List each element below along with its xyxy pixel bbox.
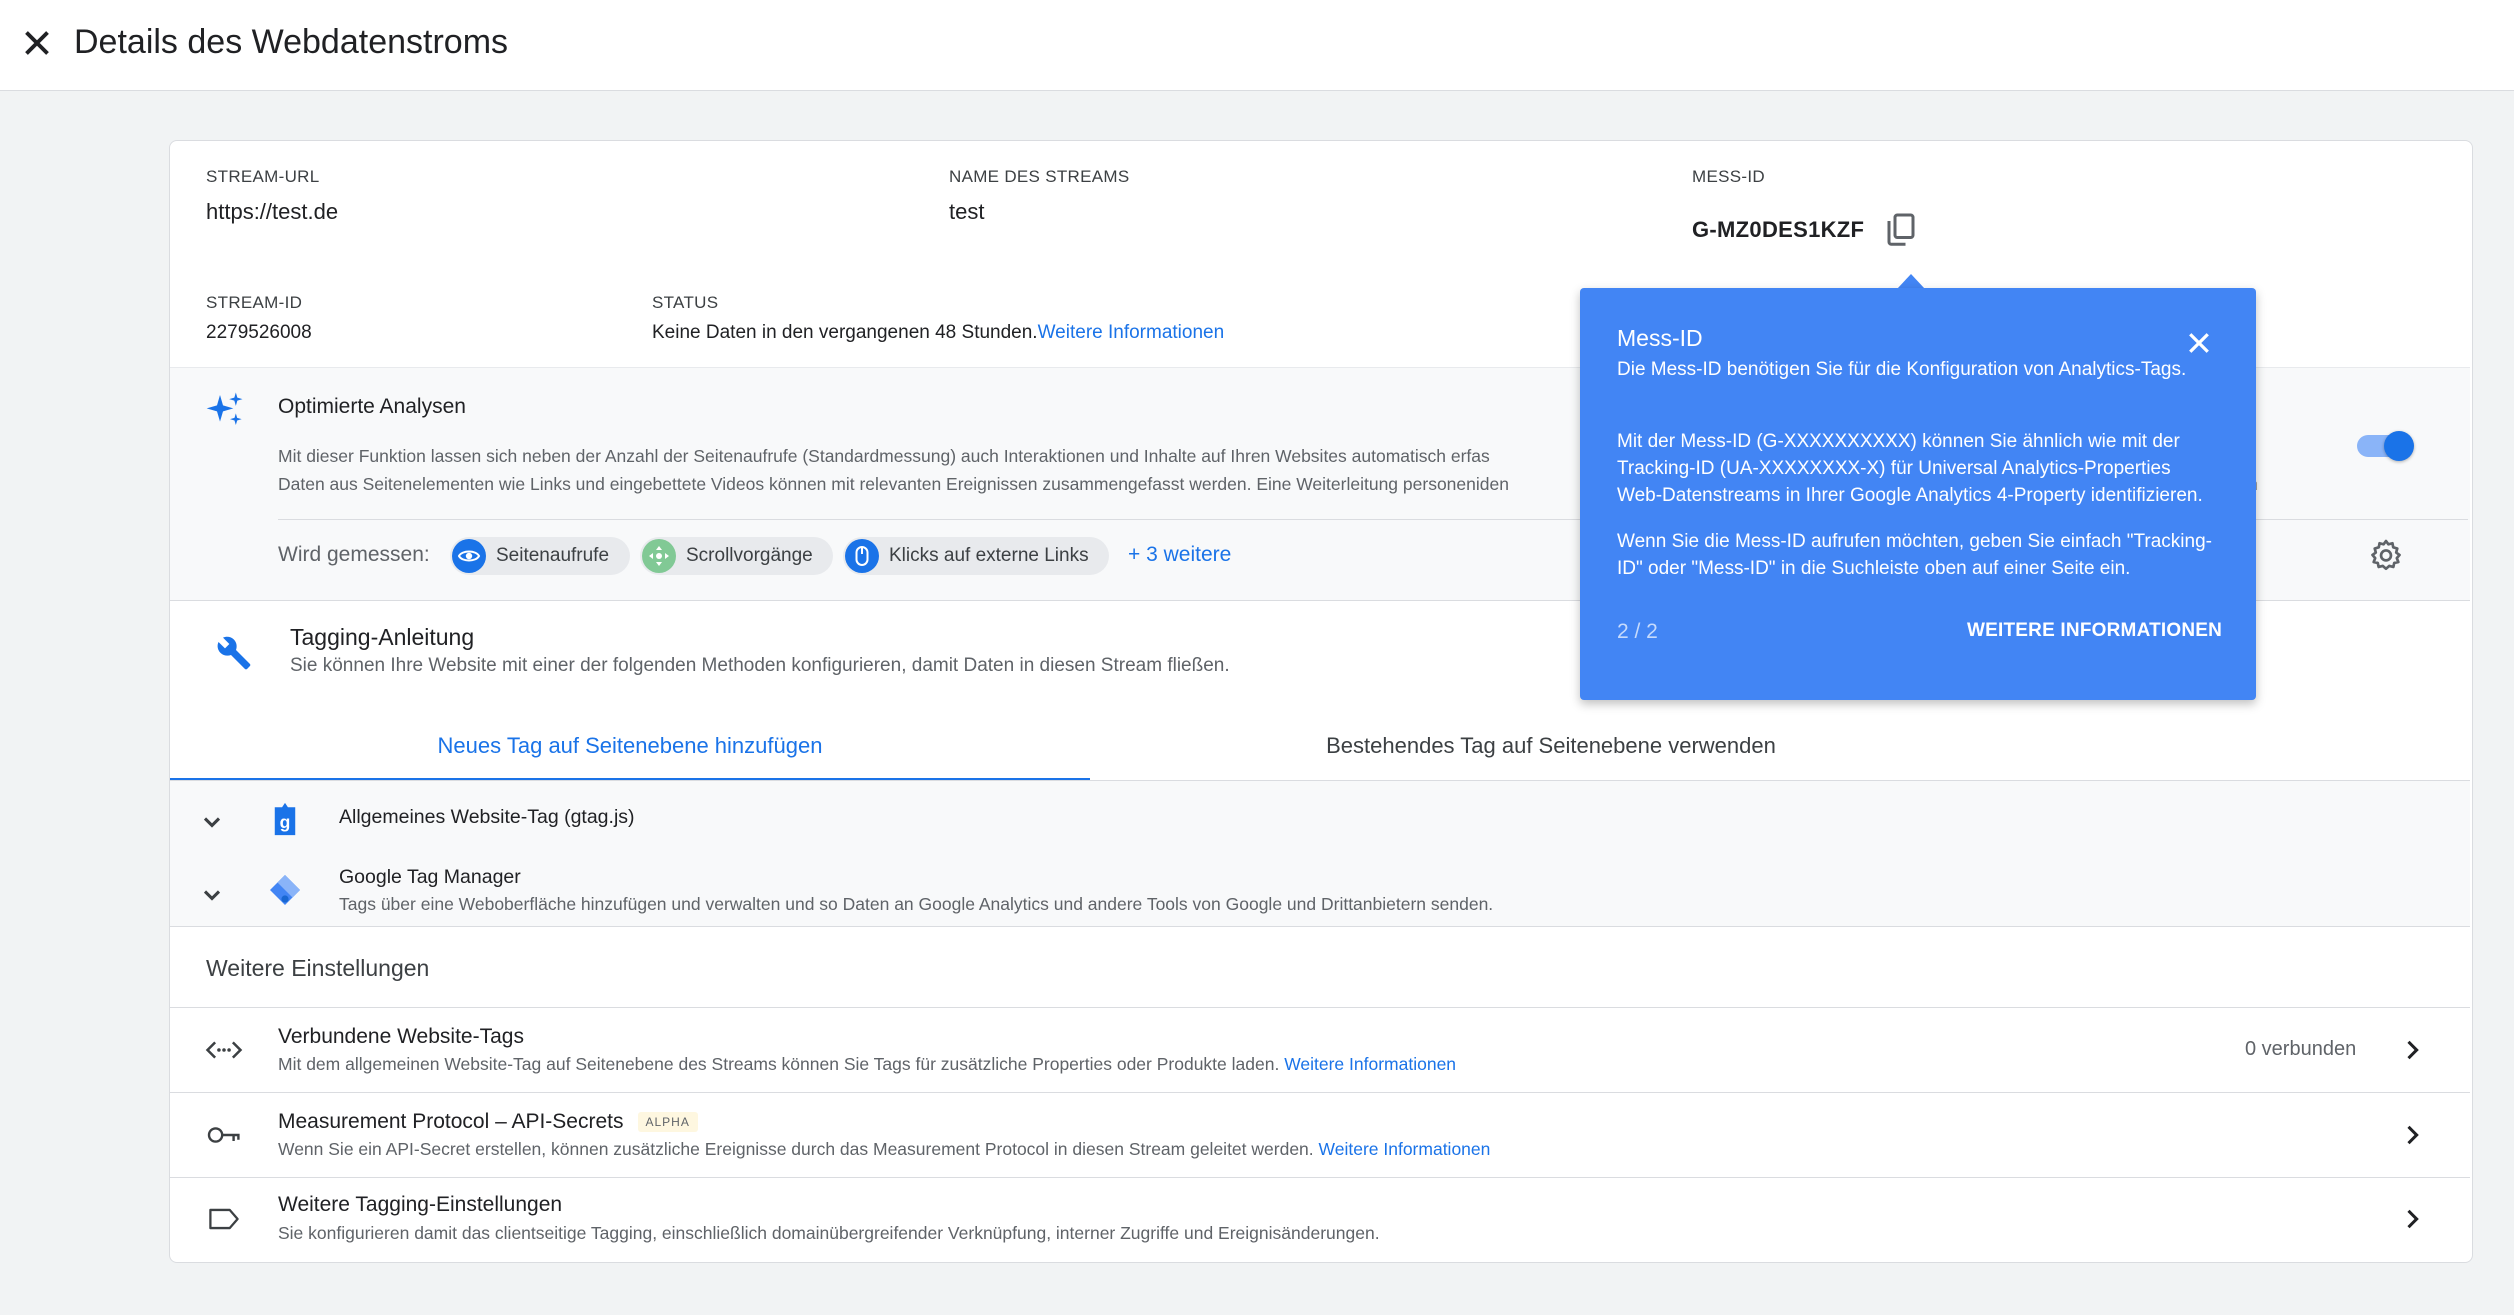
popover-learn-more-button[interactable]: WEITERE INFORMATIONEN — [1967, 620, 2222, 642]
measurement-protocol-title-text: Measurement Protocol – API-Secrets — [278, 1110, 624, 1133]
status-more-link[interactable]: Weitere Informationen — [1038, 322, 1225, 343]
top-bar: Details des Webdatenstroms — [0, 0, 2514, 91]
close-icon[interactable] — [16, 22, 58, 64]
mess-id-popover: Mess-ID Die Mess-ID benötigen Sie für di… — [1580, 288, 2256, 700]
enhanced-title: Optimierte Analysen — [278, 395, 466, 418]
chevron-right-icon[interactable] — [2398, 1205, 2426, 1233]
popover-paragraph-1: Die Mess-ID benötigen Sie für die Konfig… — [1617, 359, 2187, 380]
popover-pager: 2 / 2 — [1617, 620, 1658, 643]
tab-new-tag[interactable]: Neues Tag auf Seitenebene hinzufügen — [170, 712, 1090, 780]
enhanced-toggle[interactable] — [2384, 431, 2414, 461]
connected-tags-link[interactable]: Weitere Informationen — [1284, 1054, 1456, 1074]
measurement-protocol-desc: Wenn Sie ein API-Secret erstellen, könne… — [278, 1139, 1490, 1160]
chip-label: Klicks auf externe Links — [889, 545, 1089, 566]
stream-id-label: STREAM-ID — [206, 293, 303, 312]
tag-manager-icon — [270, 875, 300, 905]
page-title: Details des Webdatenstroms — [74, 23, 509, 61]
settings-title: Weitere Einstellungen — [206, 955, 430, 981]
sparkle-icon — [206, 392, 243, 425]
gtag-title[interactable]: Allgemeines Website-Tag (gtag.js) — [339, 806, 635, 829]
measurement-protocol-row[interactable] — [170, 1093, 2470, 1177]
svg-text:g: g — [280, 812, 291, 832]
stream-id-value: 2279526008 — [206, 322, 312, 343]
enhanced-desc-line1: Mit dieser Funktion lassen sich neben de… — [278, 446, 1490, 466]
chevron-down-icon[interactable] — [198, 881, 226, 909]
chip-page-views[interactable]: Seitenaufrufe — [450, 537, 630, 575]
scroll-icon — [642, 539, 676, 573]
close-icon[interactable] — [2184, 328, 2214, 358]
alpha-badge: ALPHA — [637, 1112, 698, 1133]
chip-outbound-clicks[interactable]: Klicks auf externe Links — [843, 537, 1109, 575]
label-icon — [209, 1208, 239, 1230]
gear-icon[interactable] — [2368, 538, 2404, 574]
status-label: STATUS — [652, 293, 719, 312]
connected-site-tags-row[interactable] — [170, 1008, 2470, 1092]
copy-icon[interactable] — [1883, 210, 1919, 250]
popover-arrow — [1897, 274, 1925, 289]
mess-id-value[interactable]: G-MZ0DES1KZF — [1692, 217, 1864, 243]
more-tagging-title: Weitere Tagging-Einstellungen — [278, 1193, 563, 1216]
more-tagging-settings-row[interactable] — [170, 1178, 2470, 1260]
stream-url-label: STREAM-URL — [206, 167, 320, 186]
key-icon — [207, 1127, 240, 1143]
popover-paragraph-3: Wenn Sie die Mess-ID aufrufen möchten, g… — [1617, 531, 2212, 579]
stream-url-value: https://test.de — [206, 199, 339, 224]
tagging-subtitle: Sie können Ihre Website mit einer der fo… — [290, 655, 1230, 676]
chevron-right-icon[interactable] — [2398, 1121, 2426, 1149]
connected-count: 0 verbunden — [2245, 1038, 2357, 1060]
status-value: Keine Daten in den vergangenen 48 Stunde… — [652, 322, 1038, 343]
chevron-down-icon[interactable] — [198, 808, 226, 836]
mouse-icon — [845, 539, 879, 573]
measurement-protocol-desc-text: Wenn Sie ein API-Secret erstellen, könne… — [278, 1139, 1314, 1159]
measured-label: Wird gemessen: — [278, 543, 430, 566]
measurement-protocol-link[interactable]: Weitere Informationen — [1319, 1139, 1491, 1159]
code-arrows-icon — [205, 1041, 243, 1059]
connected-tags-desc: Mit dem allgemeinen Website-Tag auf Seit… — [278, 1054, 1456, 1075]
measurement-protocol-title: Measurement Protocol – API-Secrets ALPHA — [278, 1110, 698, 1134]
more-tagging-desc: Sie konfigurieren damit das clientseitig… — [278, 1223, 1380, 1243]
wrench-icon — [217, 636, 251, 670]
popover-paragraph-2: Mit der Mess-ID (G-XXXXXXXXXX) können Si… — [1617, 431, 2203, 506]
more-measurements-link[interactable]: + 3 weitere — [1128, 543, 1231, 567]
gtm-desc: Tags über eine Weboberfläche hinzufügen … — [339, 894, 1494, 914]
chevron-right-icon[interactable] — [2398, 1036, 2426, 1064]
chip-label: Scrollvorgänge — [686, 545, 813, 566]
chip-label: Seitenaufrufe — [496, 545, 610, 566]
gtm-title[interactable]: Google Tag Manager — [339, 866, 521, 889]
tagging-title: Tagging-Anleitung — [290, 624, 475, 650]
eye-icon — [452, 539, 486, 573]
gtag-icon: g — [274, 802, 296, 836]
connected-tags-desc-text: Mit dem allgemeinen Website-Tag auf Seit… — [278, 1054, 1280, 1074]
status-text: Keine Daten in den vergangenen 48 Stunde… — [652, 322, 1224, 344]
tab-existing-tag[interactable]: Bestehendes Tag auf Seitenebene verwende… — [1090, 712, 2012, 780]
connected-tags-title: Verbundene Website-Tags — [278, 1025, 524, 1048]
stream-name-label: NAME DES STREAMS — [949, 167, 1130, 186]
enhanced-desc-line2: Daten aus Seitenelementen wie Links und … — [278, 474, 1509, 494]
stream-name-value: test — [949, 199, 985, 224]
mess-id-label: MESS-ID — [1692, 167, 1765, 186]
popover-title: Mess-ID — [1617, 325, 1703, 351]
chip-scrolls[interactable]: Scrollvorgänge — [640, 537, 833, 575]
